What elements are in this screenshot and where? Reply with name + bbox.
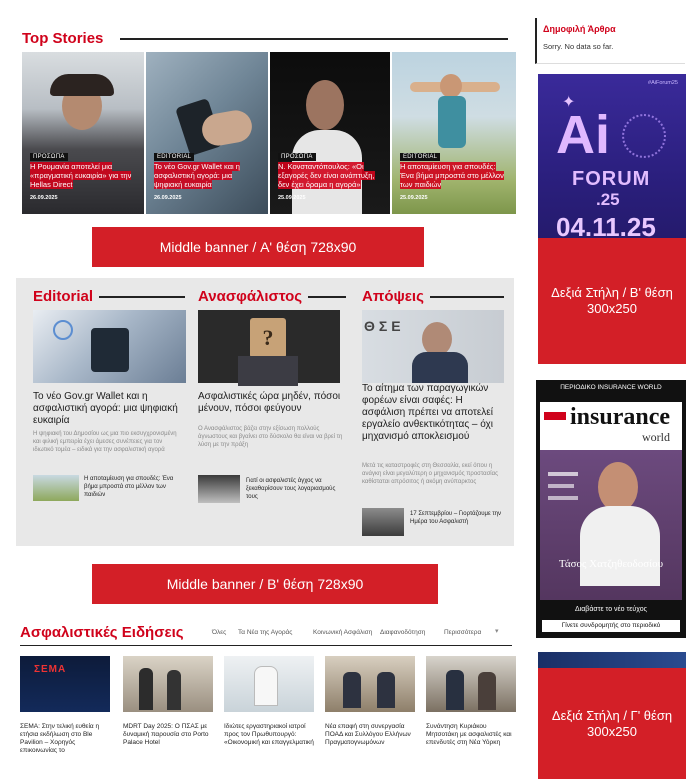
news-nav-more[interactable]: Περισσότερα [444, 629, 481, 636]
editorial-photo[interactable] [33, 310, 186, 383]
editorial-summary: Η ψηφιακή του Δημοσίου ως μια πιο εκσυγχ… [33, 431, 177, 453]
story-date: 26.09.2025 [154, 195, 182, 201]
middle-banner-a[interactable]: Middle banner / Α' θέση 728x90 [92, 227, 424, 267]
chevron-down-icon[interactable]: ▾ [495, 627, 499, 635]
story-date: 25.09.2025 [278, 195, 306, 201]
news-nav-all[interactable]: Όλες [212, 629, 226, 636]
related-link[interactable]: 17 Σεπτεμβρίου – Γιορτάζουμε την Ημέρα τ… [410, 510, 508, 526]
news-item-title[interactable]: Συνάντηση Κυριάκου Μητσοτάκη με ασφαλιστ… [426, 723, 520, 747]
top-stories-title: Top Stories [22, 30, 104, 47]
story-tag: ΠΡΟΣΩΠΑ [278, 153, 316, 161]
top-story-card[interactable]: ΠΡΟΣΩΠΑ Ν. Κονσταντόπουλος: «Οι εξαγορές… [270, 52, 390, 214]
magazine-read-link[interactable]: Διαβάστε το νέο τεύχος [536, 606, 686, 613]
related-thumb[interactable] [198, 475, 240, 503]
related-thumb[interactable] [33, 475, 79, 501]
news-thumb[interactable] [325, 656, 415, 712]
anasfalistos-photo[interactable]: ? [198, 310, 340, 386]
apopseis-headline[interactable]: Το αίτημα των παραγωγικών φορέων είναι σ… [362, 383, 508, 443]
right-banner-c[interactable]: Δεξιά Στήλη / Γ' θέση 300x250 [538, 668, 686, 779]
ai-forum-hashtag: #AiForum25 [648, 80, 678, 86]
magazine-cover[interactable]: insurance world Τάσος Χατζηθεοδοσίου [540, 402, 682, 600]
story-photo [270, 52, 390, 214]
story-photo [392, 52, 516, 214]
popular-title: Δημοφιλή Άρθρα [543, 24, 616, 34]
story-tag: EDITORIAL [400, 153, 441, 161]
story-caption[interactable]: Το νέο Gov.gr Wallet και η ασφαλιστική α… [154, 162, 262, 189]
top-story-card[interactable]: EDITORIAL Το νέο Gov.gr Wallet και η ασφ… [146, 52, 268, 214]
story-date: 25.09.2025 [400, 195, 428, 201]
editorial-headline[interactable]: Το νέο Gov.gr Wallet και η ασφαλιστική α… [33, 391, 183, 427]
story-photo [22, 52, 144, 214]
ai-forum-ad[interactable]: #AiForum25 ✦ Ai FORUM .25 04.11.25 [538, 74, 686, 244]
news-nav-market[interactable]: Τα Νέα της Αγοράς [238, 629, 292, 636]
story-photo [146, 52, 268, 214]
news-item-title[interactable]: Ιδιώτες εργαστηριακοί ιατροί προς τον Πρ… [224, 723, 318, 747]
right-banner-b[interactable]: Δεξιά Στήλη / Β' θέση 300x250 [538, 238, 686, 364]
column-header: Απόψεις [362, 288, 504, 305]
popular-empty-message: Sorry. No data so far. [543, 42, 614, 51]
news-item-title[interactable]: ΣΕΜΑ: Στην τελική ευθεία η ετήσια εκδήλω… [20, 723, 114, 755]
middle-banner-b[interactable]: Middle banner / Β' θέση 728x90 [92, 564, 438, 604]
news-nav-social[interactable]: Κοινωνική Ασφάλιση [313, 629, 372, 636]
ai-forum-logo: Ai [556, 105, 610, 165]
news-thumb[interactable] [426, 656, 516, 712]
story-caption[interactable]: Η αποταμίευση για σπουδές: Ένα βήμα μπρο… [400, 162, 510, 189]
story-caption[interactable]: Η Ρουμανία αποτελεί μια «πραγματική ευκα… [30, 162, 138, 189]
news-title: Ασφαλιστικές Ειδήσεις [20, 624, 184, 641]
story-caption[interactable]: Ν. Κονσταντόπουλος: «Οι εξαγορές δεν είν… [278, 162, 384, 189]
story-tag: EDITORIAL [154, 153, 195, 161]
apopseis-photo[interactable]: ΘΣΕ [362, 310, 504, 383]
news-item-title[interactable]: Νέα επαφή στη συνεργασία ΠΟΑΔ και Συλλόγ… [325, 723, 419, 747]
column-header: Editorial [33, 288, 185, 305]
top-stories-rule [120, 38, 508, 40]
magazine-cover-name: Τάσος Χατζηθεοδοσίου [558, 558, 664, 570]
flag-icon [544, 412, 566, 420]
column-title-editorial[interactable]: Editorial [33, 288, 93, 305]
top-story-card[interactable]: EDITORIAL Η αποταμίευση για σπουδές: Ένα… [392, 52, 516, 214]
column-title-anasfalistos[interactable]: Ανασφάλιστος [198, 288, 302, 305]
news-thumb[interactable] [123, 656, 213, 712]
news-nav-transparency[interactable]: Διαφανοδότηση [380, 629, 425, 636]
related-link[interactable]: Η αποταμίευση για σπουδές: Ένα βήμα μπρο… [84, 475, 184, 499]
news-thumb[interactable]: ΣΕΜΑ [20, 656, 110, 712]
related-link[interactable]: Γιατί οι ασφαλιστές άγχος να ξεκαθαρίσου… [246, 477, 342, 501]
anasfalistos-summary: Ο Ανασφάλιστος βάζει στην εξίσωση πολλού… [198, 426, 343, 448]
magazine-widget[interactable]: ΠΕΡΙΟΔΙΚΟ INSURANCE WORLD insurance worl… [536, 380, 686, 638]
story-tag: ΠΡΟΣΩΠΑ [30, 153, 68, 161]
magazine-brand-sub: world [642, 430, 670, 444]
news-item-title[interactable]: MDRT Day 2025: Ο ΠΣΑΣ με δυναμική παρουσ… [123, 723, 217, 747]
news-thumb[interactable] [224, 656, 314, 712]
ai-forum-word: FORUM [572, 168, 651, 190]
brain-icon [622, 114, 666, 158]
magazine-brand: insurance [570, 404, 671, 430]
anasfalistos-headline[interactable]: Ασφαλιστικές ώρα μηδέν, πόσοι μένουν, πό… [198, 391, 343, 415]
news-rule [20, 645, 512, 646]
ai-forum-num: .25 [596, 190, 620, 209]
related-thumb[interactable] [362, 508, 404, 536]
magazine-subscribe-button[interactable]: Γίνετε συνδρομητής στο περιοδικό [542, 620, 680, 632]
column-header: Ανασφάλιστος [198, 288, 346, 305]
story-date: 26.09.2025 [30, 195, 58, 201]
top-story-card[interactable]: ΠΡΟΣΩΠΑ Η Ρουμανία αποτελεί μια «πραγματ… [22, 52, 144, 214]
apopseis-summary: Μετά τις καταστροφές στη Θεσσαλία, εκεί … [362, 463, 499, 485]
magazine-label: ΠΕΡΙΟΔΙΚΟ INSURANCE WORLD [560, 384, 662, 391]
column-title-apopseis[interactable]: Απόψεις [362, 288, 424, 305]
